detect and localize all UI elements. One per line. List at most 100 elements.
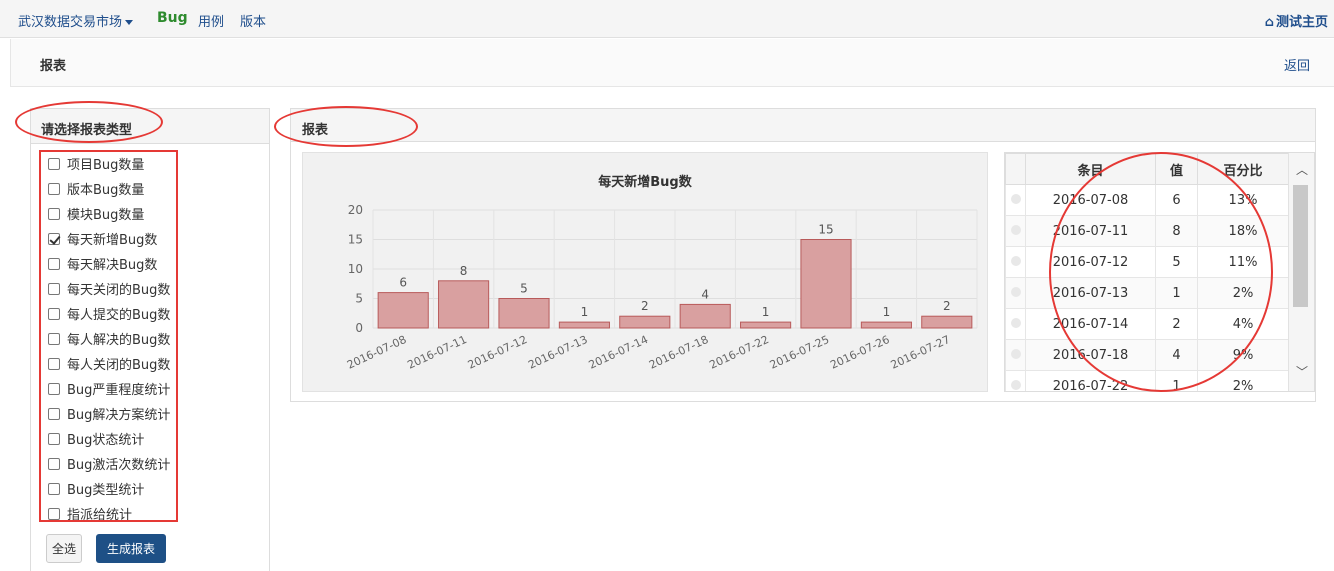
scrollbar-thumb[interactable] [1293, 185, 1308, 307]
report-type-checkbox[interactable] [48, 357, 60, 370]
report-type-option[interactable]: 每人关闭的Bug数 [40, 351, 179, 376]
y-tick-label: 10 [348, 262, 363, 276]
report-type-label: Bug解决方案统计 [67, 408, 171, 423]
report-type-checkbox[interactable] [48, 457, 60, 470]
report-type-checkbox[interactable] [48, 307, 60, 320]
table-row: 2016-07-14 2 4% [1005, 308, 1289, 340]
bar-value-label: 1 [883, 305, 891, 319]
test-home-label: 测试主页 [1275, 15, 1328, 30]
report-panel: 报表 每天新增Bug数 0 5 10 15 20 6 2016-07-08 8 2016-07-1… [290, 108, 1316, 402]
cell-percent: 4% [1197, 308, 1289, 340]
bar [740, 321, 792, 329]
cell-value: 2 [1155, 308, 1198, 340]
generate-report-button[interactable]: 生成报表 [96, 534, 166, 563]
report-type-label: 项目Bug数量 [67, 158, 145, 173]
bar-chart-container: 每天新增Bug数 0 5 10 15 20 6 2016-07-08 8 2016-07-11 5 2… [302, 152, 988, 392]
report-type-option[interactable]: Bug激活次数统计 [40, 451, 179, 476]
report-type-label: 每人关闭的Bug数 [67, 358, 171, 373]
bar [921, 315, 973, 329]
scroll-down-icon[interactable]: ﹀ [1296, 363, 1308, 380]
back-link[interactable]: 返回 [1284, 55, 1310, 74]
cell-value: 6 [1155, 184, 1198, 216]
report-type-checkbox[interactable] [48, 507, 60, 520]
report-type-label: 指派给统计 [67, 508, 133, 523]
report-type-checkbox[interactable] [48, 157, 60, 170]
home-icon: ⌂ [1264, 15, 1274, 30]
report-type-checkbox[interactable] [48, 257, 60, 270]
bar-value-label: 1 [581, 305, 589, 319]
bar-value-label: 8 [460, 264, 468, 278]
report-type-option[interactable]: Bug状态统计 [40, 426, 179, 451]
x-tick-label: 2016-07-12 [466, 333, 529, 372]
bar-value-label: 15 [818, 223, 833, 237]
scroll-up-icon[interactable]: ︿ [1296, 161, 1308, 178]
report-type-option[interactable]: 每天解决Bug数 [40, 251, 179, 276]
report-type-checkbox[interactable] [48, 432, 60, 445]
report-panel-title: 报表 [291, 109, 1315, 142]
report-type-option[interactable]: 每人提交的Bug数 [40, 301, 179, 326]
nav-bug-link[interactable]: Bug [157, 10, 188, 26]
table-row: 2016-07-12 5 11% [1005, 246, 1289, 278]
cell-percent: 11% [1197, 246, 1289, 278]
x-tick-label: 2016-07-22 [707, 333, 770, 372]
report-type-checkbox[interactable] [48, 232, 60, 245]
cell-item: 2016-07-13 [1025, 277, 1156, 309]
report-type-checkbox[interactable] [48, 182, 60, 195]
bar [558, 321, 610, 329]
report-type-option[interactable]: Bug解决方案统计 [40, 401, 179, 426]
report-type-option[interactable]: 每天关闭的Bug数 [40, 276, 179, 301]
table-header-percent: 百分比 [1197, 153, 1289, 185]
row-color-dot-icon [1010, 379, 1021, 390]
page-title: 报表 [40, 59, 67, 74]
page-header: 报表 返回 [10, 39, 1334, 87]
table-scrollbar[interactable]: ︿ ﹀ [1288, 153, 1314, 391]
report-type-label: 每人解决的Bug数 [67, 333, 171, 348]
report-type-list: 项目Bug数量版本Bug数量 模块Bug数量 每天新增Bug数 每天解决Bug数 每天关… [40, 151, 179, 526]
project-dropdown[interactable]: 武汉数据交易市场 [18, 11, 134, 30]
row-color-dot-icon [1010, 317, 1021, 328]
report-type-option[interactable]: 指派给统计 [40, 501, 179, 526]
bar [438, 280, 490, 329]
report-type-option[interactable]: 每人解决的Bug数 [40, 326, 179, 351]
report-type-option[interactable]: Bug类型统计 [40, 476, 179, 501]
report-type-checkbox[interactable] [48, 282, 60, 295]
report-type-checkbox[interactable] [48, 332, 60, 345]
report-type-checkbox[interactable] [48, 407, 60, 420]
x-tick-label: 2016-07-27 [889, 333, 952, 372]
x-tick-label: 2016-07-08 [345, 333, 408, 372]
project-name: 武汉数据交易市场 [18, 15, 123, 30]
report-type-option[interactable]: 版本Bug数量 [40, 176, 179, 201]
nav-case-link[interactable]: 用例 [198, 11, 224, 30]
row-marker-cell [1005, 308, 1026, 340]
report-type-option[interactable]: 每天新增Bug数 [40, 226, 179, 251]
nav-version-link[interactable]: 版本 [240, 11, 266, 30]
row-marker-cell [1005, 339, 1026, 371]
bar-value-label: 1 [762, 305, 770, 319]
report-type-checkbox[interactable] [48, 382, 60, 395]
report-type-option[interactable]: 项目Bug数量 [40, 151, 179, 176]
row-marker-cell [1005, 215, 1026, 247]
bar [498, 298, 550, 329]
bar [860, 321, 912, 329]
table-row: 2016-07-18 4 9% [1005, 339, 1289, 371]
report-type-checkbox[interactable] [48, 482, 60, 495]
report-type-option[interactable]: 模块Bug数量 [40, 201, 179, 226]
bar-value-label: 2 [943, 299, 951, 313]
y-tick-label: 0 [355, 321, 363, 335]
bar-value-label: 5 [520, 282, 528, 296]
table-row: 2016-07-22 1 2% [1005, 370, 1289, 391]
cell-percent: 9% [1197, 339, 1289, 371]
row-color-dot-icon [1010, 193, 1021, 204]
report-type-option[interactable]: Bug严重程度统计 [40, 376, 179, 401]
x-tick-label: 2016-07-14 [587, 333, 650, 372]
test-home-link[interactable]: ⌂ 测试主页 [1265, 11, 1328, 30]
row-color-dot-icon [1010, 224, 1021, 235]
cell-item: 2016-07-08 [1025, 184, 1156, 216]
report-type-checkbox[interactable] [48, 207, 60, 220]
select-all-button[interactable]: 全选 [46, 534, 82, 563]
cell-item: 2016-07-22 [1025, 370, 1156, 391]
table-header-blank [1005, 153, 1026, 185]
report-type-label: Bug严重程度统计 [67, 383, 171, 398]
cell-percent: 18% [1197, 215, 1289, 247]
table-row: 2016-07-13 1 2% [1005, 277, 1289, 309]
